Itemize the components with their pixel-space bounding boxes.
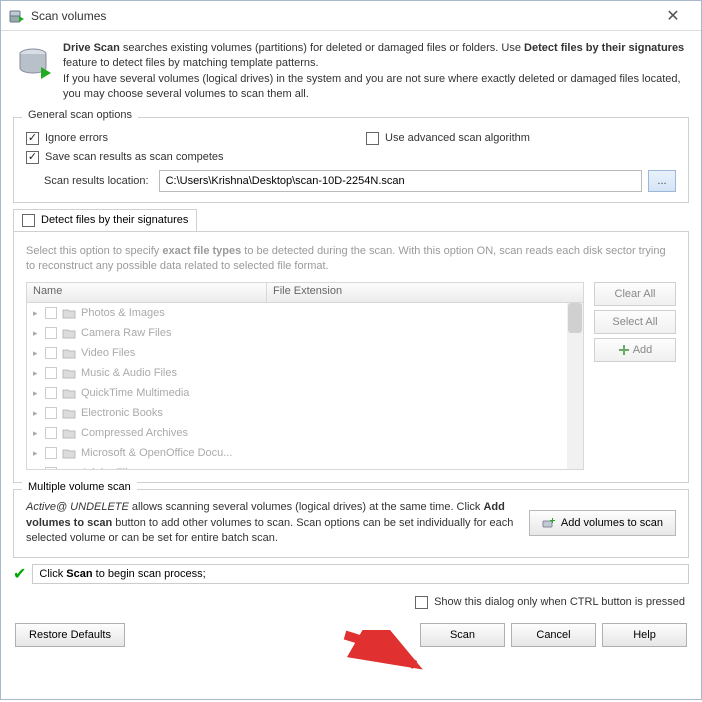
add-volumes-button[interactable]: Add volumes to scan bbox=[529, 510, 676, 536]
checkbox-icon bbox=[45, 467, 57, 470]
file-type-label: Microsoft & OpenOffice Docu... bbox=[81, 447, 232, 459]
status-row: ✔ Click Scan to begin scan process; bbox=[13, 564, 689, 584]
file-type-row[interactable]: ▸ Photos & Images bbox=[27, 303, 583, 323]
chevron-right-icon: ▸ bbox=[33, 388, 41, 399]
chevron-right-icon: ▸ bbox=[33, 428, 41, 439]
file-type-label: Camera Raw Files bbox=[81, 327, 171, 339]
chevron-right-icon: ▸ bbox=[33, 348, 41, 359]
file-type-row[interactable]: ▸ Microsoft & OpenOffice Docu... bbox=[27, 443, 583, 463]
file-type-label: Video Files bbox=[81, 347, 135, 359]
button-bar: Restore Defaults Scan Cancel Help bbox=[1, 615, 701, 655]
checkmark-icon: ✔ bbox=[13, 564, 26, 584]
checkbox-icon bbox=[45, 347, 57, 359]
restore-defaults-button[interactable]: Restore Defaults bbox=[15, 623, 125, 647]
checkbox-icon bbox=[45, 367, 57, 379]
advanced-scan-checkbox[interactable]: Use advanced scan algorithm bbox=[366, 132, 530, 145]
multi-help: Active@ UNDELETE allows scanning several… bbox=[26, 500, 529, 546]
drive-scan-icon bbox=[9, 8, 25, 24]
cancel-button[interactable]: Cancel bbox=[511, 623, 596, 647]
checkbox-icon bbox=[26, 132, 39, 145]
file-type-row[interactable]: ▸ Camera Raw Files bbox=[27, 323, 583, 343]
chevron-right-icon: ▸ bbox=[33, 408, 41, 419]
detect-help: Select this option to specify exact file… bbox=[26, 244, 676, 275]
chevron-right-icon: ▸ bbox=[33, 468, 41, 471]
scan-button[interactable]: Scan bbox=[420, 623, 505, 647]
folder-icon bbox=[62, 327, 76, 339]
drive-plus-icon bbox=[542, 516, 556, 530]
window-title: Scan volumes bbox=[31, 9, 653, 23]
file-type-label: QuickTime Multimedia bbox=[81, 387, 189, 399]
group-title: General scan options bbox=[22, 109, 138, 121]
file-type-label: Electronic Books bbox=[81, 407, 163, 419]
file-type-row[interactable]: ▸ Adobe Files bbox=[27, 463, 583, 470]
browse-button[interactable]: ... bbox=[648, 170, 676, 192]
group-title: Multiple volume scan bbox=[22, 481, 137, 493]
file-type-row[interactable]: ▸ Music & Audio Files bbox=[27, 363, 583, 383]
folder-icon bbox=[62, 387, 76, 399]
column-name[interactable]: Name bbox=[27, 283, 267, 302]
scan-volumes-dialog: Scan volumes ✕ Drive Scan searches exist… bbox=[0, 0, 702, 700]
chevron-right-icon: ▸ bbox=[33, 328, 41, 339]
file-type-row[interactable]: ▸ Electronic Books bbox=[27, 403, 583, 423]
checkbox-icon bbox=[45, 427, 57, 439]
plus-icon bbox=[618, 344, 630, 356]
folder-icon bbox=[62, 407, 76, 419]
scrollbar[interactable] bbox=[567, 303, 583, 469]
info-section: Drive Scan searches existing volumes (pa… bbox=[1, 31, 701, 111]
folder-icon bbox=[62, 307, 76, 319]
checkbox-icon bbox=[26, 151, 39, 164]
folder-icon bbox=[62, 447, 76, 459]
file-type-label: Adobe Files bbox=[81, 467, 139, 470]
multiple-volume-group: Multiple volume scan Active@ UNDELETE al… bbox=[13, 489, 689, 557]
file-types-table: Name File Extension ▸ Photos & Images ▸ Cam… bbox=[26, 282, 584, 470]
chevron-right-icon: ▸ bbox=[33, 448, 41, 459]
chevron-right-icon: ▸ bbox=[33, 368, 41, 379]
info-text: Drive Scan searches existing volumes (pa… bbox=[63, 41, 685, 103]
detect-signatures-checkbox[interactable]: Detect files by their signatures bbox=[13, 209, 197, 232]
file-type-row[interactable]: ▸ QuickTime Multimedia bbox=[27, 383, 583, 403]
save-results-checkbox[interactable]: Save scan results as scan competes bbox=[26, 151, 224, 164]
file-type-label: Compressed Archives bbox=[81, 427, 188, 439]
checkbox-icon bbox=[45, 407, 57, 419]
select-all-button[interactable]: Select All bbox=[594, 310, 676, 334]
checkbox-icon bbox=[366, 132, 379, 145]
scrollbar-thumb[interactable] bbox=[568, 303, 582, 333]
general-scan-options-group: General scan options Ignore errors Use a… bbox=[13, 117, 689, 203]
titlebar: Scan volumes ✕ bbox=[1, 1, 701, 31]
folder-icon bbox=[62, 427, 76, 439]
scan-location-input[interactable] bbox=[159, 170, 642, 192]
close-button[interactable]: ✕ bbox=[653, 4, 693, 28]
folder-icon bbox=[62, 347, 76, 359]
ignore-errors-checkbox[interactable]: Ignore errors bbox=[26, 132, 366, 145]
add-filetype-button[interactable]: Add bbox=[594, 338, 676, 362]
checkbox-icon bbox=[45, 387, 57, 399]
checkbox-icon bbox=[45, 307, 57, 319]
clear-all-button[interactable]: Clear All bbox=[594, 282, 676, 306]
file-type-row[interactable]: ▸ Compressed Archives bbox=[27, 423, 583, 443]
status-text: Click Scan to begin scan process; bbox=[32, 564, 689, 584]
help-button[interactable]: Help bbox=[602, 623, 687, 647]
column-extension[interactable]: File Extension bbox=[267, 283, 583, 302]
checkbox-icon bbox=[22, 214, 35, 227]
location-label: Scan results location: bbox=[26, 175, 149, 187]
checkbox-icon bbox=[45, 327, 57, 339]
checkbox-icon bbox=[415, 596, 428, 609]
checkbox-icon bbox=[45, 447, 57, 459]
chevron-right-icon: ▸ bbox=[33, 308, 41, 319]
file-type-label: Photos & Images bbox=[81, 307, 165, 319]
detect-signatures-group: Select this option to specify exact file… bbox=[13, 231, 689, 484]
file-type-row[interactable]: ▸ Video Files bbox=[27, 343, 583, 363]
file-type-label: Music & Audio Files bbox=[81, 367, 177, 379]
drive-icon bbox=[17, 45, 53, 81]
show-dialog-checkbox[interactable]: Show this dialog only when CTRL button i… bbox=[415, 596, 685, 609]
folder-icon bbox=[62, 467, 76, 470]
folder-icon bbox=[62, 367, 76, 379]
